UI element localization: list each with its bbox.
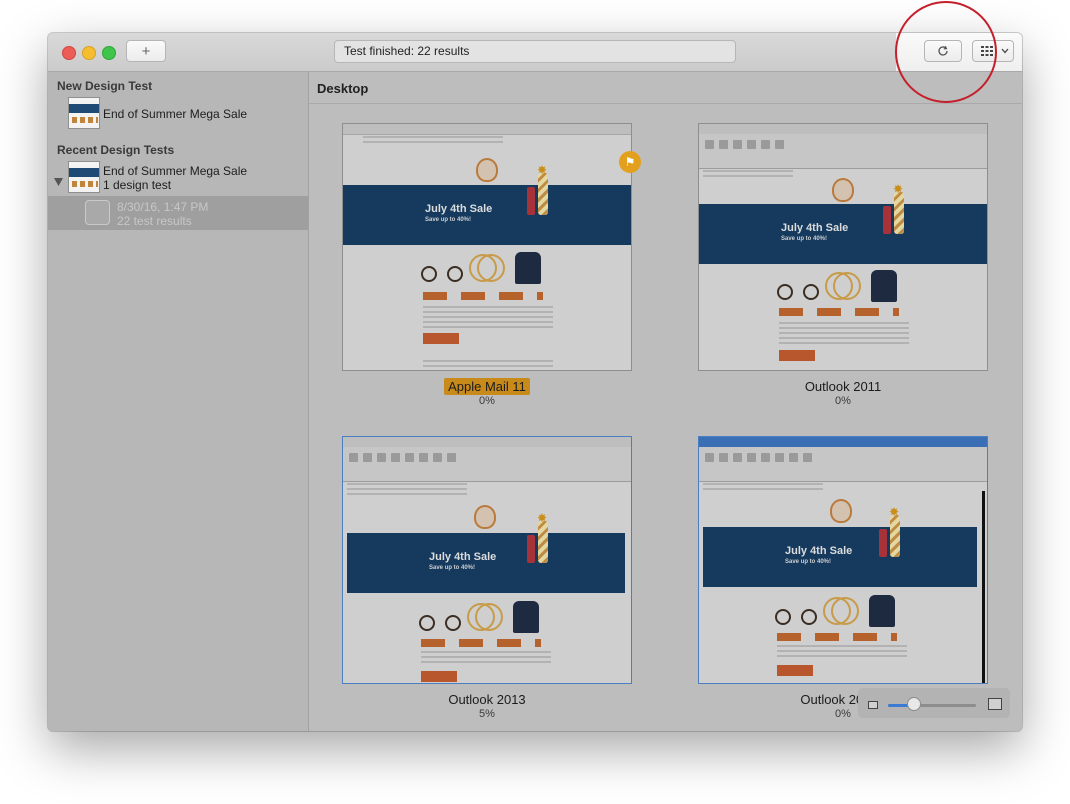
result-card-outlook-2016[interactable]: July 4th Sale Save up to 40%! ✸ Outlook … — [698, 436, 988, 720]
result-card-outlook-2011[interactable]: July 4th Sale Save up to 40%! ✸ Outlook … — [698, 123, 988, 407]
recent-design-tests-header: Recent Design Tests — [57, 143, 175, 157]
card-percent: 0% — [479, 395, 495, 407]
status-field: Test finished: 22 results — [334, 40, 736, 63]
email-thumbnail — [68, 97, 100, 129]
chevron-down-icon — [1001, 48, 1009, 54]
test-run-icon — [85, 200, 110, 225]
email-screenshot: July 4th Sale Save up to 40%! ✸ — [698, 436, 988, 684]
result-card-apple-mail[interactable]: July 4th Sale Save up to 40%! ✸ Apple Ma… — [342, 123, 632, 407]
large-thumbnail-icon — [988, 698, 1002, 710]
close-button[interactable] — [62, 46, 76, 60]
email-screenshot: July 4th Sale Save up to 40%! ✸ — [342, 436, 632, 684]
zoom-window-button[interactable] — [102, 46, 116, 60]
small-thumbnail-icon — [868, 701, 878, 709]
card-label: Outlook 2013 — [448, 692, 526, 707]
titlebar: + Test finished: 22 results — [48, 33, 1022, 72]
email-subline: Save up to 40%! — [785, 559, 832, 565]
sidebar-item-sublabel: 1 design test — [103, 178, 172, 192]
highlight-annotation — [895, 1, 997, 103]
card-percent: 0% — [835, 395, 851, 407]
test-run-date: 8/30/16, 1:47 PM — [117, 200, 209, 214]
result-card-outlook-2013[interactable]: July 4th Sale Save up to 40%! ✸ Outlook … — [342, 436, 632, 720]
plus-icon: + — [141, 42, 151, 60]
email-thumbnail — [68, 161, 100, 193]
sidebar-item-label: End of Summer Mega Sale — [103, 107, 248, 121]
email-headline: July 4th Sale — [781, 222, 849, 234]
sidebar-item-label: End of Summer Mega Sale — [103, 164, 248, 178]
email-screenshot: July 4th Sale Save up to 40%! ✸ — [342, 123, 632, 371]
add-test-button[interactable]: + — [126, 40, 166, 62]
sidebar-item-new-test[interactable]: End of Summer Mega Sale — [68, 97, 308, 131]
sidebar-item-recent-test[interactable]: End of Summer Mega Sale 1 design test — [68, 161, 308, 195]
test-run-results: 22 test results — [117, 214, 192, 228]
results-pane: Desktop July 4th Sale Save up to 40%! ✸ — [309, 72, 1022, 731]
minimize-button[interactable] — [82, 46, 96, 60]
sidebar: New Design Test End of Summer Mega Sale … — [48, 72, 309, 731]
card-label: Outlook 2011 — [804, 379, 882, 394]
email-screenshot: July 4th Sale Save up to 40%! ✸ — [698, 123, 988, 371]
card-percent: 5% — [479, 708, 495, 720]
email-headline: July 4th Sale — [785, 545, 853, 557]
email-subline: Save up to 40%! — [429, 565, 476, 571]
card-label: Apple Mail 11 — [444, 378, 530, 395]
email-headline: July 4th Sale — [425, 203, 493, 215]
email-subline: Save up to 40%! — [781, 236, 828, 242]
zoom-slider-thumb[interactable] — [907, 697, 922, 711]
zoom-control — [858, 688, 1010, 718]
app-window: + Test finished: 22 results New Design T… — [48, 33, 1022, 731]
sidebar-item-test-run[interactable]: 8/30/16, 1:47 PM 22 test results — [48, 196, 308, 230]
flag-icon[interactable]: ⚑ — [619, 151, 641, 173]
email-headline: July 4th Sale — [429, 551, 497, 563]
zoom-slider[interactable] — [888, 704, 976, 707]
email-subline: Save up to 40%! — [425, 217, 472, 223]
disclosure-triangle-icon[interactable] — [54, 173, 63, 191]
new-design-test-header: New Design Test — [57, 79, 153, 93]
